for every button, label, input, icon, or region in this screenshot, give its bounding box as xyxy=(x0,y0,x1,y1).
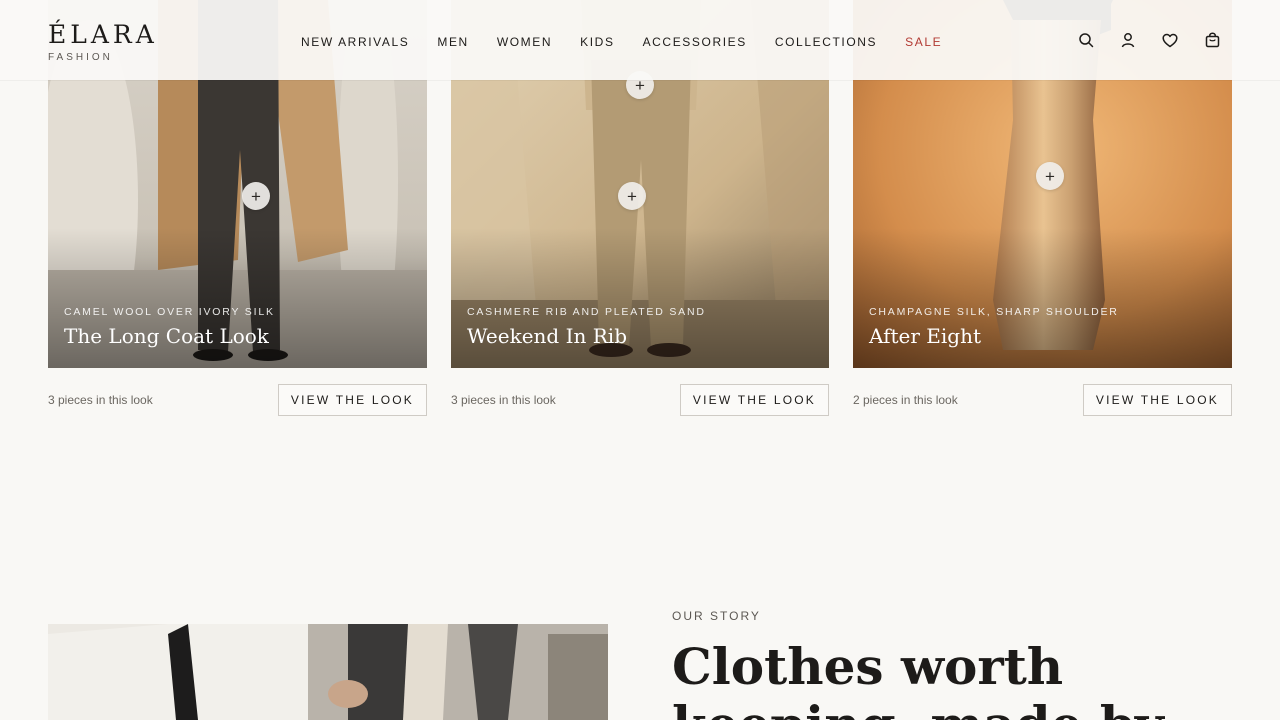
account-icon[interactable] xyxy=(1120,30,1136,50)
look-subtitle: CASHMERE RIB AND PLEATED SAND xyxy=(467,306,706,318)
brand-logo[interactable]: ÉLARA FASHION xyxy=(48,20,158,63)
logo-wordmark: ÉLARA xyxy=(48,20,158,49)
nav-item-sale[interactable]: SALE xyxy=(905,34,942,50)
story-heading-line: keeping, made by xyxy=(672,695,1164,720)
story-image xyxy=(48,624,608,720)
story-eyebrow: OUR STORY xyxy=(672,609,761,623)
tailor-photo xyxy=(48,624,608,720)
look-piece-count: 3 pieces in this look xyxy=(48,393,153,407)
site-header: ÉLARA FASHION NEW ARRIVALS MEN WOMEN KID… xyxy=(0,0,1280,80)
look-title: After Eight xyxy=(869,324,982,348)
heart-icon[interactable] xyxy=(1162,30,1178,50)
view-look-button[interactable]: VIEW THE LOOK xyxy=(1082,384,1232,416)
nav-item-accessories[interactable]: ACCESSORIES xyxy=(643,34,747,50)
story-heading: Clothes worth keeping, made by xyxy=(672,638,1232,720)
product-hotspot[interactable]: + xyxy=(242,182,270,210)
product-hotspot[interactable]: + xyxy=(1036,162,1064,190)
look-subtitle: CHAMPAGNE SILK, SHARP SHOULDER xyxy=(869,306,1119,318)
look-piece-count: 3 pieces in this look xyxy=(451,393,556,407)
main-nav: NEW ARRIVALS MEN WOMEN KIDS ACCESSORIES … xyxy=(301,34,942,50)
product-hotspot[interactable]: + xyxy=(618,182,646,210)
nav-item-women[interactable]: WOMEN xyxy=(497,34,552,50)
look-subtitle: CAMEL WOOL OVER IVORY SILK xyxy=(64,306,275,318)
nav-item-new-arrivals[interactable]: NEW ARRIVALS xyxy=(301,34,409,50)
look-title: The Long Coat Look xyxy=(64,324,269,348)
search-icon[interactable] xyxy=(1078,30,1094,50)
logo-tagline: FASHION xyxy=(48,52,113,63)
header-actions xyxy=(1078,30,1220,50)
look-footer: 3 pieces in this look VIEW THE LOOK xyxy=(451,384,829,416)
look-title: Weekend In Rib xyxy=(467,324,627,348)
bag-icon[interactable] xyxy=(1204,30,1220,50)
look-footer: 3 pieces in this look VIEW THE LOOK xyxy=(48,384,427,416)
look-footer: 2 pieces in this look VIEW THE LOOK xyxy=(853,384,1232,416)
view-look-button[interactable]: VIEW THE LOOK xyxy=(679,384,829,416)
look-piece-count: 2 pieces in this look xyxy=(853,393,958,407)
story-heading-line: Clothes worth xyxy=(672,637,1064,696)
nav-item-kids[interactable]: KIDS xyxy=(580,34,614,50)
view-look-button[interactable]: VIEW THE LOOK xyxy=(277,384,427,416)
nav-item-men[interactable]: MEN xyxy=(437,34,468,50)
nav-item-collections[interactable]: COLLECTIONS xyxy=(775,34,877,50)
